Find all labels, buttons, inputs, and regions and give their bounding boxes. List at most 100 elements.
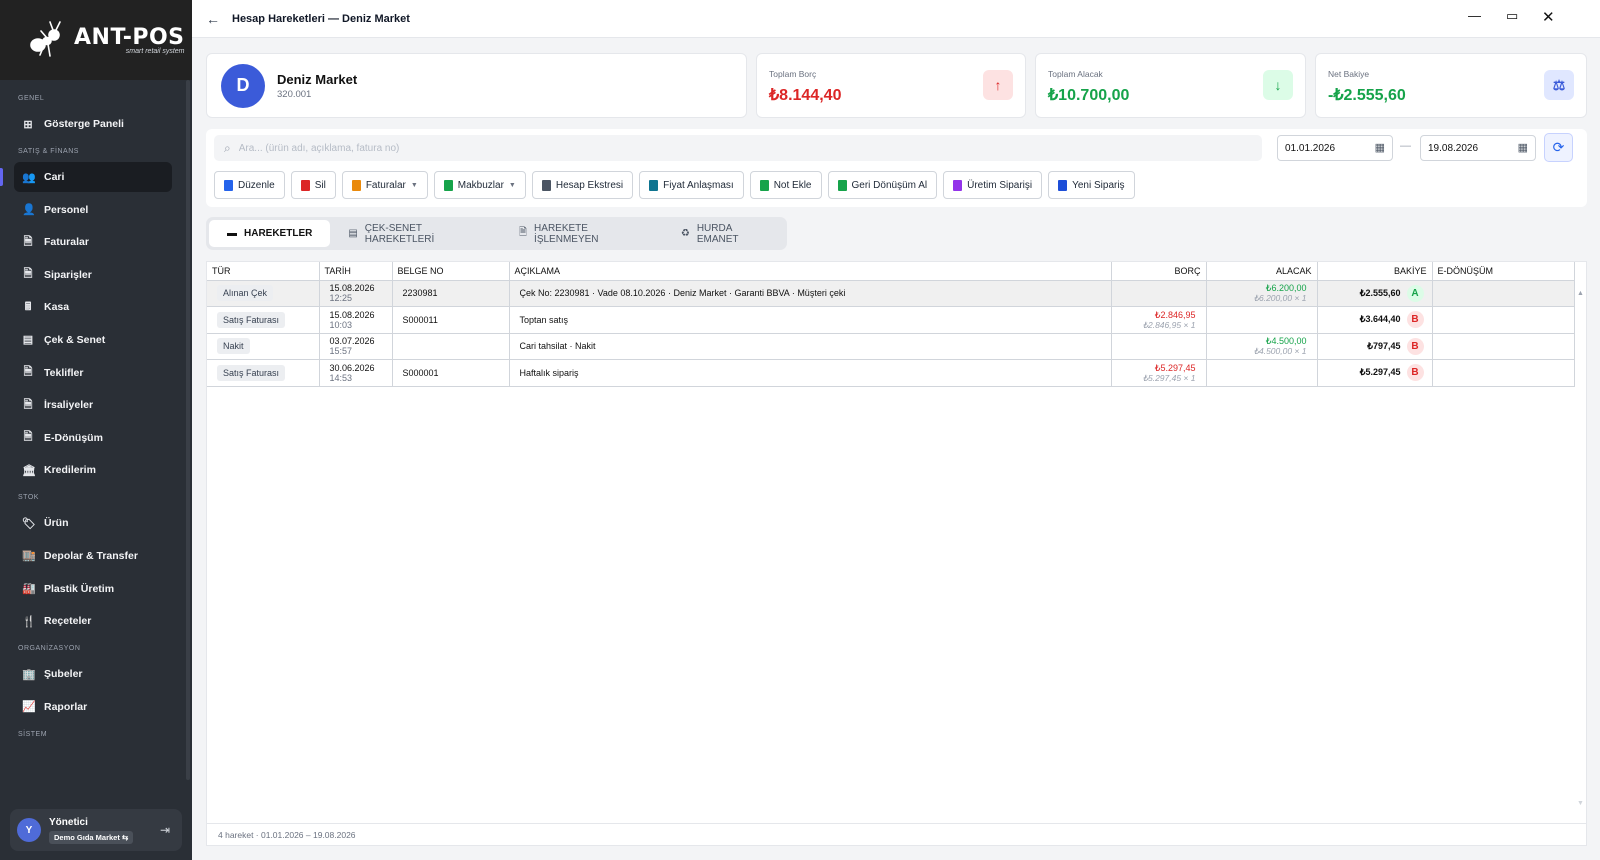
row-e-conversion	[1432, 359, 1575, 387]
column-header[interactable]: ALACAK	[1206, 262, 1318, 281]
sidebar-section-label: STOK	[18, 494, 39, 502]
sidebar-item-re-eteler[interactable]: 🍴 Reçeteler	[14, 606, 172, 636]
row-debt: ₺5.297,45	[1154, 362, 1196, 373]
close-button[interactable]: ✕	[1542, 8, 1555, 26]
tab-recycle[interactable]: ♻ HURDA EMANET	[663, 220, 787, 247]
production-order-button[interactable]: Üretim Siparişi	[943, 171, 1043, 199]
row-description: Toptan satış	[509, 306, 1112, 334]
date-from-field[interactable]: 01.01.2026 ▦	[1277, 135, 1393, 161]
factory-icon	[953, 179, 963, 191]
date-to-field[interactable]: 19.08.2026 ▦	[1420, 135, 1536, 161]
row-balance: ₺797,45	[1367, 340, 1401, 351]
invoices-button[interactable]: Faturalar ▼	[341, 171, 428, 199]
column-header[interactable]: AÇIKLAMA	[509, 262, 1112, 281]
order-icon: 🗎	[23, 268, 33, 281]
cash-register-icon: 🖩	[24, 300, 32, 313]
action-buttons: Düzenle Sil Faturalar ▼ Makbuzlar ▼ Hesap Ekst…	[214, 171, 1135, 199]
sidebar-item-personel[interactable]: 👤 Personel	[14, 195, 172, 225]
price-agreement-button[interactable]: Fiyat Anlaşması	[639, 171, 744, 199]
button-label: Hesap Ekstresi	[555, 179, 624, 191]
balance-status-badge: B	[1406, 337, 1424, 355]
table-row[interactable]: Nakit 03.07.2026 15:57 Cari tahsilat · Na…	[207, 333, 1575, 360]
table-scrollbar[interactable]: ▲ ▼	[1574, 262, 1586, 807]
factory-icon: 🏭	[22, 583, 36, 596]
row-balance: ₺3.644,40	[1359, 314, 1401, 325]
customer-code: 320.001	[277, 88, 312, 100]
search-box[interactable]: ⌕	[214, 135, 1262, 161]
recycle-icon: ♻	[680, 228, 690, 239]
row-description: Cari tahsilat · Nakit	[509, 333, 1112, 360]
net-balance-label: Net Bakiye	[1328, 69, 1370, 79]
logout-icon[interactable]: ⇥	[160, 823, 170, 837]
button-label: Faturalar	[365, 179, 406, 191]
row-credit-detail: ₺4.500,00 × 1	[1253, 346, 1307, 357]
statement-button[interactable]: Hesap Ekstresi	[531, 171, 634, 199]
sidebar-item-teklifler[interactable]: 🗎 Teklifler	[14, 358, 172, 388]
sidebar-item-raporlar[interactable]: 📈 Raporlar	[14, 692, 172, 722]
tab-label: HURDA EMANET	[696, 222, 739, 245]
button-label: Geri Dönüşüm Al	[851, 179, 928, 191]
edit-icon	[224, 179, 233, 191]
company-switcher[interactable]: Demo Gıda Market ⇆	[49, 830, 134, 844]
sidebar-item-label: E-Dönüşüm	[44, 431, 103, 444]
scale-icon: ⚖	[1544, 70, 1574, 100]
user-card[interactable]: Y Yönetici Demo Gıda Market ⇆ ⇥	[10, 809, 182, 851]
sidebar-item-i-rsaliyeler[interactable]: 🗎 İrsaliyeler	[14, 390, 172, 420]
sidebar-item-label: Kredilerim	[44, 464, 96, 477]
sidebar-item-sipari-ler[interactable]: 🗎 Siparişler	[14, 260, 172, 290]
new-order-button[interactable]: Yeni Sipariş	[1048, 171, 1135, 199]
column-header[interactable]: BELGE NO	[392, 262, 510, 281]
recycle-icon	[837, 179, 847, 191]
edit-button[interactable]: Düzenle	[214, 171, 285, 199]
column-header[interactable]: E-DÖNÜŞÜM	[1432, 262, 1575, 281]
sidebar-item-depolar-transfer[interactable]: 🏬 Depolar & Transfer	[14, 541, 172, 571]
row-debt: ₺2.846,95	[1154, 309, 1196, 320]
row-doc-no: S000001	[392, 359, 510, 387]
date-to-value: 19.08.2026	[1428, 142, 1479, 154]
table-row[interactable]: Satış Faturası 30.06.2026 14:53 S000001 H…	[207, 359, 1575, 387]
tab-cheque[interactable]: ▤ ÇEK-SENET HAREKETLERİ	[330, 220, 501, 247]
calendar-icon[interactable]: ▦	[1375, 141, 1385, 154]
sidebar-scrollbar[interactable]	[186, 80, 190, 780]
sidebar: ANT-POS smart retail system GENEL ⊞ Göster…	[0, 0, 192, 860]
type-badge: Alınan Çek	[217, 285, 274, 302]
sidebar-item-cari[interactable]: 👥 Cari	[0, 162, 172, 192]
column-header[interactable]: TARİH	[319, 262, 393, 281]
sidebar-item--ubeler[interactable]: 🏢 Şubeler	[14, 659, 172, 689]
back-arrow-icon[interactable]: ←	[206, 11, 224, 27]
sidebar-item-e-d-n-m[interactable]: 🗎 E-Dönüşüm	[14, 423, 172, 453]
sidebar-item-g-sterge-paneli[interactable]: ⊞ Gösterge Paneli	[14, 109, 172, 139]
receipts-button[interactable]: Makbuzlar ▼	[433, 171, 526, 199]
sidebar-item-kasa[interactable]: 🖩 Kasa	[14, 292, 172, 322]
user-name: Yönetici	[49, 816, 88, 828]
refresh-button[interactable]: ⟳	[1544, 133, 1573, 162]
delete-button[interactable]: Sil	[290, 171, 336, 199]
type-badge: Nakit	[217, 338, 250, 355]
maximize-button[interactable]: ▭	[1506, 8, 1518, 24]
sidebar-item--ek-senet[interactable]: ▤ Çek & Senet	[14, 325, 172, 355]
warehouse-icon: 🏬	[22, 550, 36, 563]
type-badge: Satış Faturası	[217, 364, 286, 381]
column-header[interactable]: BAKİYE	[1317, 262, 1433, 281]
column-header[interactable]: BORÇ	[1111, 262, 1207, 281]
table-row[interactable]: Satış Faturası 15.08.2026 10:03 S000011 T…	[207, 306, 1575, 334]
sidebar-item-kredilerim[interactable]: 🏛 Kredilerim	[14, 455, 172, 485]
sidebar-item-faturalar[interactable]: 🗎 Faturalar	[14, 227, 172, 257]
tab-folder[interactable]: ▬ HAREKETLER	[209, 220, 331, 247]
handshake-icon	[649, 179, 659, 191]
column-header[interactable]: TÜR	[207, 262, 320, 281]
sidebar-item-label: Çek & Senet	[44, 333, 106, 346]
add-note-button[interactable]: Not Ekle	[749, 171, 822, 199]
sidebar-item-plastik-retim[interactable]: 🏭 Plastik Üretim	[14, 574, 172, 604]
balance-status-badge: B	[1406, 311, 1424, 329]
row-credit-detail: ₺6.200,00 × 1	[1253, 293, 1307, 304]
recycle-button[interactable]: Geri Dönüşüm Al	[827, 171, 938, 199]
calendar-icon[interactable]: ▦	[1518, 141, 1528, 154]
sidebar-item-label: Personel	[44, 203, 89, 216]
table-row[interactable]: Alınan Çek 15.08.2026 12:25 2230981 Çek N…	[207, 280, 1575, 307]
minimize-button[interactable]: —	[1468, 8, 1481, 23]
tab-file[interactable]: 🗎 HAREKETE İŞLENMEYEN	[501, 220, 663, 247]
sidebar-item-label: Siparişler	[44, 268, 92, 281]
search-input[interactable]	[238, 142, 1239, 154]
sidebar-item--r-n[interactable]: 🏷 Ürün	[14, 508, 172, 538]
